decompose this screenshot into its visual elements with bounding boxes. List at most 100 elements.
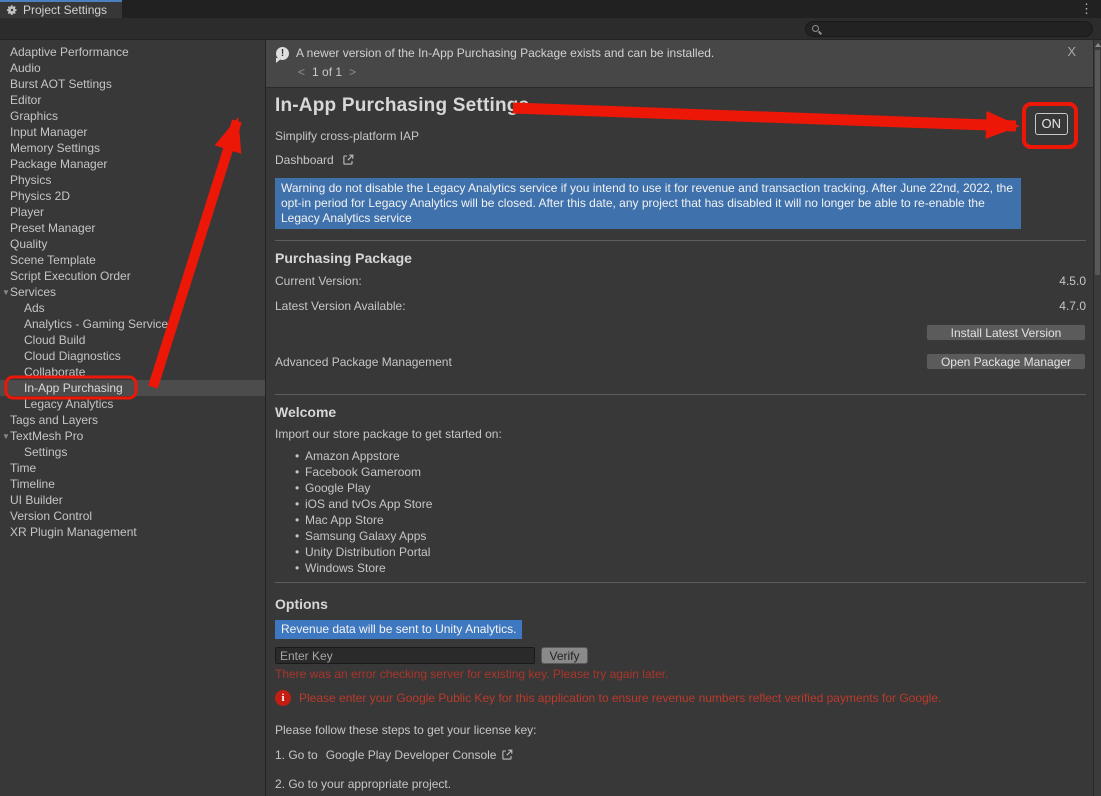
google-key-note: Please enter your Google Public Key for …: [299, 690, 941, 706]
sidebar-item[interactable]: ▼ Graphics: [0, 108, 265, 124]
banner-pager: < 1 of 1 >: [298, 65, 1085, 79]
step1-prefix: 1. Go to: [275, 748, 318, 762]
sidebar-item[interactable]: ▼ Input Manager: [0, 124, 265, 140]
sidebar-item[interactable]: ▼ Player: [0, 204, 265, 220]
sidebar-item-label: Cloud Diagnostics: [24, 349, 121, 363]
sidebar-item-label: Player: [10, 205, 44, 219]
welcome-heading: Welcome: [275, 404, 1086, 420]
sidebar-item[interactable]: ▼ Analytics - Gaming Services: [0, 316, 265, 332]
sidebar-item[interactable]: ▼ Memory Settings: [0, 140, 265, 156]
kebab-menu-icon[interactable]: ⋮: [1080, 1, 1093, 17]
sidebar-item-label: Tags and Layers: [10, 413, 98, 427]
sidebar-item[interactable]: ▼ In-App Purchasing: [0, 380, 265, 396]
sidebar-item-label: Physics 2D: [10, 189, 70, 203]
store-list: Amazon Appstore Facebook Gameroom Google…: [275, 448, 1086, 576]
install-latest-version-button[interactable]: Install Latest Version: [926, 324, 1086, 341]
latest-version-value: 4.7.0: [1059, 299, 1086, 313]
sidebar-item-label: Memory Settings: [10, 141, 100, 155]
tab-bar: Project Settings ⋮: [0, 0, 1101, 18]
store-list-item: Mac App Store: [275, 512, 1086, 528]
sidebar-item-label: Audio: [10, 61, 41, 75]
settings-main-panel: ! A newer version of the In-App Purchasi…: [266, 40, 1093, 796]
sidebar-item[interactable]: ▼ Tags and Layers: [0, 412, 265, 428]
google-play-console-link[interactable]: Google Play Developer Console: [326, 748, 497, 762]
sidebar-item[interactable]: ▼ TextMesh Pro: [0, 428, 265, 444]
package-update-banner: ! A newer version of the In-App Purchasi…: [266, 40, 1093, 88]
sidebar-item-label: Settings: [24, 445, 67, 459]
tab-project-settings[interactable]: Project Settings: [0, 0, 122, 18]
sidebar-item[interactable]: ▼ Scene Template: [0, 252, 265, 268]
sidebar-item-label: Adaptive Performance: [10, 45, 129, 59]
sidebar-item[interactable]: ▼ Legacy Analytics: [0, 396, 265, 412]
sidebar-item[interactable]: ▼ Package Manager: [0, 156, 265, 172]
sidebar-item[interactable]: ▼ XR Plugin Management: [0, 524, 265, 540]
sidebar-item[interactable]: ▼ Settings: [0, 444, 265, 460]
sidebar-item[interactable]: ▼ Version Control: [0, 508, 265, 524]
purchasing-package-heading: Purchasing Package: [275, 250, 1086, 266]
sidebar-item[interactable]: ▼ Collaborate: [0, 364, 265, 380]
sidebar-item-label: Quality: [10, 237, 47, 251]
store-list-item: iOS and tvOs App Store: [275, 496, 1086, 512]
sidebar-item-label: Physics: [10, 173, 51, 187]
search-box[interactable]: [805, 21, 1093, 37]
info-icon: i: [275, 690, 291, 706]
sidebar-item-label: Package Manager: [10, 157, 107, 171]
sidebar-item[interactable]: ▼ Cloud Diagnostics: [0, 348, 265, 364]
iap-settings-content: In-App Purchasing Settings Simplify cros…: [266, 95, 1093, 791]
pager-count: 1 of 1: [312, 65, 342, 79]
disclosure-triangle-icon[interactable]: ▼: [2, 285, 10, 301]
sidebar-item[interactable]: ▼ Preset Manager: [0, 220, 265, 236]
sidebar-item-label: Services: [10, 285, 56, 299]
sidebar-item-label: Legacy Analytics: [24, 397, 113, 411]
sidebar-item[interactable]: ▼ Quality: [0, 236, 265, 252]
store-list-item: Amazon Appstore: [275, 448, 1086, 464]
sidebar-item-label: Graphics: [10, 109, 58, 123]
settings-category-list: ▼ Adaptive Performance ▼ Audio ▼ Burst A…: [0, 40, 266, 796]
latest-version-label: Latest Version Available:: [275, 299, 406, 313]
sidebar-item[interactable]: ▼ Timeline: [0, 476, 265, 492]
sidebar-item[interactable]: ▼ Cloud Build: [0, 332, 265, 348]
sidebar-item-label: Timeline: [10, 477, 55, 491]
vertical-scrollbar[interactable]: [1093, 40, 1101, 796]
sidebar-item[interactable]: ▼ Ads: [0, 300, 265, 316]
disclosure-triangle-icon[interactable]: ▼: [2, 429, 10, 445]
store-list-item: Windows Store: [275, 560, 1086, 576]
sidebar-item-label: UI Builder: [10, 493, 63, 507]
search-input[interactable]: [826, 22, 1086, 36]
sidebar-item[interactable]: ▼ Time: [0, 460, 265, 476]
store-list-item: Facebook Gameroom: [275, 464, 1086, 480]
google-key-input[interactable]: [275, 647, 535, 664]
sidebar-item[interactable]: ▼ Adaptive Performance: [0, 44, 265, 60]
tab-title: Project Settings: [23, 3, 107, 17]
pager-prev-button[interactable]: <: [298, 65, 305, 79]
verify-button[interactable]: Verify: [541, 647, 588, 664]
sidebar-item[interactable]: ▼ Script Execution Order: [0, 268, 265, 284]
key-check-error-text: There was an error checking server for e…: [275, 667, 1086, 681]
banner-close-button[interactable]: X: [1067, 44, 1076, 59]
sidebar-item-label: Collaborate: [24, 365, 85, 379]
pager-next-button[interactable]: >: [349, 65, 356, 79]
scroll-up-arrow-icon[interactable]: [1095, 43, 1101, 47]
sidebar-item-label: Analytics - Gaming Services: [24, 317, 174, 331]
sidebar-item-label: Input Manager: [10, 125, 87, 139]
sidebar-item[interactable]: ▼ Services: [0, 284, 265, 300]
store-list-item: Google Play: [275, 480, 1086, 496]
sidebar-item[interactable]: ▼ Physics 2D: [0, 188, 265, 204]
dashboard-link[interactable]: Dashboard: [275, 153, 334, 167]
sidebar-item[interactable]: ▼ Audio: [0, 60, 265, 76]
external-link-icon[interactable]: [500, 748, 514, 762]
settings-toolbar: [0, 18, 1101, 40]
store-list-item: Unity Distribution Portal: [275, 544, 1086, 560]
external-link-icon[interactable]: [341, 153, 355, 167]
open-package-manager-button[interactable]: Open Package Manager: [926, 353, 1086, 370]
sidebar-item[interactable]: ▼ UI Builder: [0, 492, 265, 508]
scrollbar-thumb[interactable]: [1095, 50, 1100, 275]
banner-message: A newer version of the In-App Purchasing…: [296, 46, 714, 60]
advanced-package-management-label: Advanced Package Management: [275, 355, 452, 369]
sidebar-item[interactable]: ▼ Editor: [0, 92, 265, 108]
options-heading: Options: [275, 596, 1086, 612]
sidebar-item[interactable]: ▼ Physics: [0, 172, 265, 188]
iap-on-toggle[interactable]: ON: [1035, 113, 1069, 135]
sidebar-item[interactable]: ▼ Burst AOT Settings: [0, 76, 265, 92]
section-divider: [275, 240, 1086, 241]
